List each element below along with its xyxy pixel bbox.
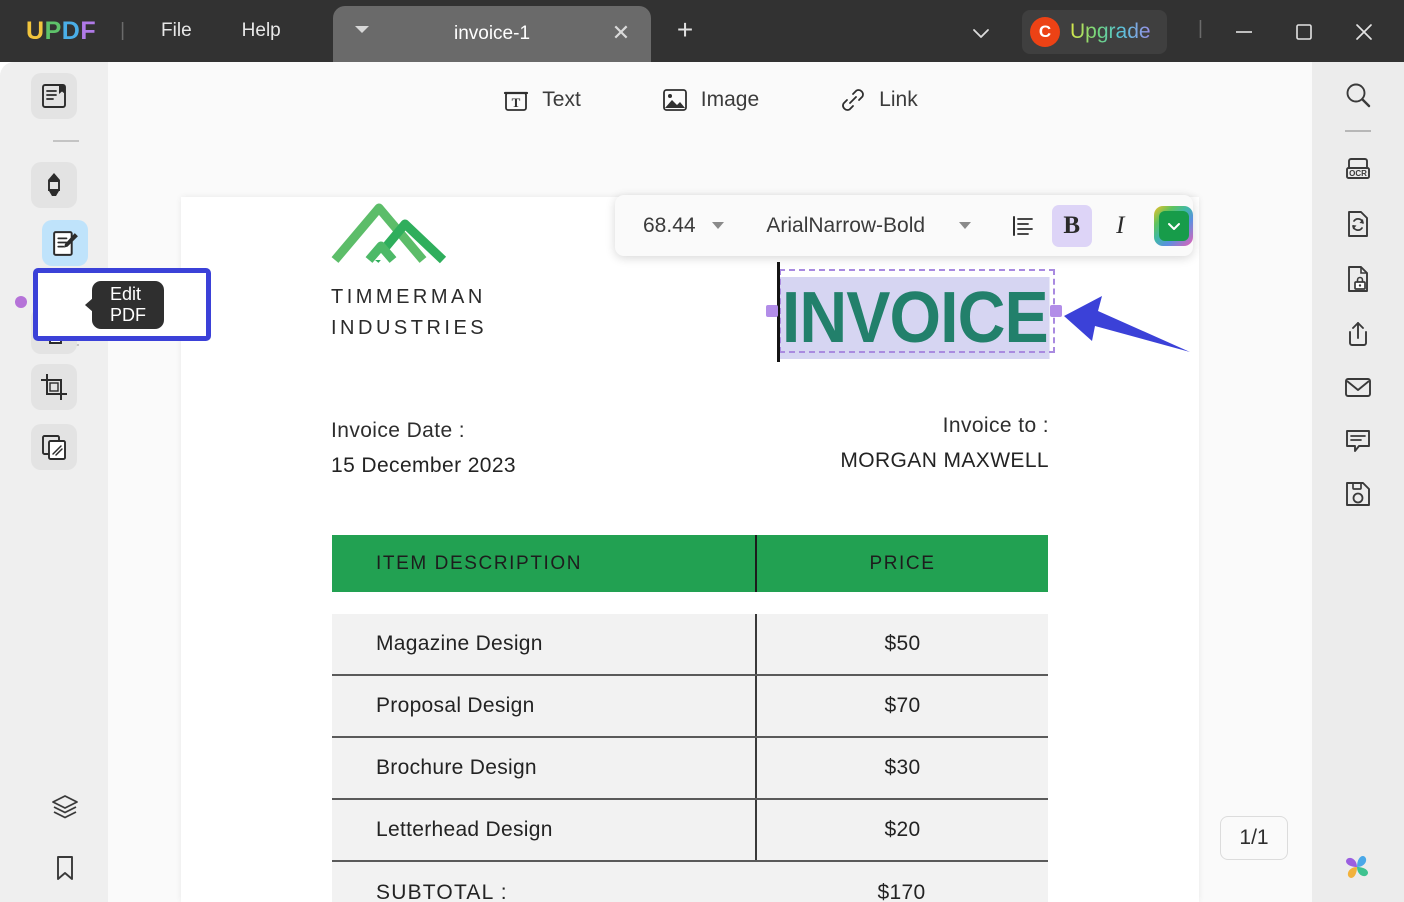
left-toolbar: Edit PDF [0, 62, 108, 902]
edit-tool-image[interactable]: Image [661, 86, 759, 114]
close-icon[interactable] [1344, 12, 1384, 52]
page-indicator[interactable]: 1/1 [1220, 816, 1288, 860]
sidebar-item-bookmarks[interactable] [42, 845, 88, 891]
sidebar-item-compare[interactable] [31, 424, 77, 470]
updf-logo: UPDF [26, 17, 96, 46]
rail-save[interactable] [1335, 471, 1381, 517]
rail-email[interactable] [1335, 364, 1381, 410]
brand-line-1: TIMMERMAN [331, 282, 487, 313]
svg-text:OCR: OCR [1349, 169, 1367, 178]
chevron-down-icon[interactable] [712, 222, 724, 229]
highlighter-pen-icon [39, 170, 69, 200]
layers-icon [50, 792, 80, 822]
sidebar-item-crop[interactable] [31, 364, 77, 410]
maximize-icon[interactable] [1284, 12, 1324, 52]
menu-file[interactable]: File [147, 14, 206, 48]
chevron-down-icon [1166, 218, 1182, 234]
minimize-icon[interactable] [1224, 12, 1264, 52]
bookmark-icon [51, 854, 79, 882]
logo-letter-u: U [26, 17, 45, 45]
document-lock-icon [1342, 263, 1374, 295]
tab-title: invoice-1 [333, 23, 651, 45]
font-size-value[interactable]: 68.44 [643, 214, 712, 238]
font-family-value[interactable]: ArialNarrow-Bold [766, 214, 959, 238]
brand-name: TIMMERMAN INDUSTRIES [331, 282, 487, 344]
updf-window: UPDF | File Help invoice-1 ✕ + C Upgrade… [0, 0, 1404, 902]
link-chain-icon [839, 86, 867, 114]
brand-line-2: INDUSTRIES [331, 313, 487, 344]
comment-bubble-icon [1342, 425, 1374, 457]
tooltip-anchor-dot [15, 296, 27, 308]
rail-protect[interactable] [1335, 256, 1381, 302]
edit-tool-text[interactable]: T Text [502, 86, 581, 114]
image-icon [661, 86, 689, 114]
bold-button[interactable]: B [1052, 205, 1092, 247]
annotation-arrow [1062, 294, 1194, 366]
chevron-down-icon[interactable] [355, 26, 369, 33]
upgrade-button[interactable]: C Upgrade [1022, 10, 1167, 54]
crop-icon [39, 372, 69, 402]
sidebar-item-edit-pdf[interactable] [42, 220, 88, 266]
selection-handle-left[interactable] [766, 305, 778, 317]
share-upload-icon [1342, 318, 1374, 350]
envelope-icon [1342, 371, 1374, 403]
rail-convert[interactable] [1335, 201, 1381, 247]
menu-help[interactable]: Help [228, 14, 295, 48]
chevron-down-icon[interactable] [959, 222, 971, 229]
logo-letter-p: P [45, 17, 62, 45]
tooltip-label: Edit PDF [110, 284, 146, 326]
selection-handle-right[interactable] [1050, 305, 1062, 317]
ai-assistant-button[interactable] [1336, 846, 1378, 888]
tooltip-edit-pdf: Edit PDF [92, 281, 164, 329]
text-color-button[interactable] [1154, 206, 1193, 246]
edit-tool-link[interactable]: Link [839, 86, 918, 114]
reader-book-icon [39, 81, 69, 111]
upgrade-badge: C [1030, 17, 1060, 47]
chevron-down-icon[interactable] [968, 20, 994, 46]
document-tab-invoice-1[interactable]: invoice-1 ✕ [333, 6, 651, 62]
rail-search[interactable] [1335, 73, 1381, 119]
rail-divider-1 [53, 140, 79, 142]
title-bar: UPDF | File Help [0, 0, 1404, 62]
mountain-peaks-logo [331, 202, 481, 272]
convert-document-icon [1342, 208, 1374, 240]
sidebar-item-layers[interactable] [42, 784, 88, 830]
edit-tool-link-label: Link [879, 88, 918, 112]
close-icon[interactable]: ✕ [609, 22, 633, 46]
compare-pages-icon [39, 432, 69, 462]
edit-pdf-icon [50, 228, 81, 259]
ai-clover-icon [1336, 846, 1378, 888]
align-left-button[interactable] [1003, 205, 1043, 247]
svg-text:T: T [512, 95, 521, 110]
titlebar-divider-2: | [1198, 18, 1203, 40]
text-format-toolbar: 68.44 ArialNarrow-Bold B I [615, 195, 1193, 256]
logo-letter-f: F [80, 17, 96, 45]
logo-letter-d: D [62, 17, 81, 45]
search-icon [1342, 80, 1374, 112]
titlebar-divider: | [120, 20, 125, 42]
rail-ocr[interactable]: OCR [1335, 146, 1381, 192]
upgrade-label: Upgrade [1070, 20, 1151, 44]
sidebar-item-annotate[interactable] [31, 162, 77, 208]
color-swatch [1159, 211, 1189, 241]
italic-button[interactable]: I [1100, 205, 1140, 247]
sidebar-item-reader[interactable] [31, 73, 77, 119]
edit-toolbar: T Text Image Link [108, 62, 1312, 138]
save-floppy-icon [1342, 478, 1374, 510]
italic-label: I [1116, 212, 1124, 240]
app-body: Edit PDF [0, 62, 1404, 902]
edit-tool-text-label: Text [542, 88, 581, 112]
new-tab-button[interactable]: + [670, 16, 700, 46]
align-left-icon [1010, 213, 1036, 239]
right-rail-divider [1345, 130, 1371, 132]
text-selection-box[interactable] [779, 269, 1055, 353]
rail-share[interactable] [1335, 311, 1381, 357]
ocr-icon: OCR [1342, 153, 1374, 185]
rail-comment[interactable] [1335, 418, 1381, 464]
edit-tool-image-label: Image [701, 88, 759, 112]
right-toolbar: OCR [1312, 62, 1404, 902]
bold-label: B [1063, 212, 1080, 240]
text-box-icon: T [502, 86, 530, 114]
